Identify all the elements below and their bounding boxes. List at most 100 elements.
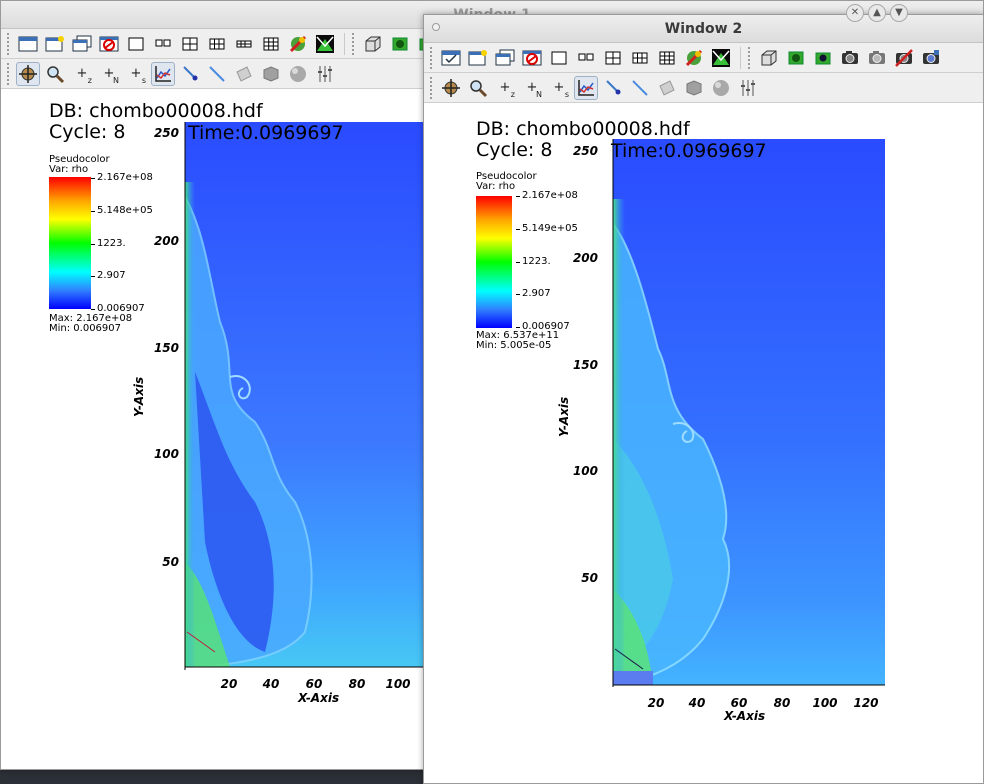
toolbar-grip[interactable] [430,76,434,99]
node-pick-icon[interactable]: + N [97,62,121,86]
layout-1x2-icon[interactable] [151,32,175,56]
layout-3x2-icon[interactable] [232,32,256,56]
zone-pick-icon[interactable]: + z [493,76,517,100]
lineout-icon[interactable] [574,75,598,100]
x-tick-label: 40 [262,677,280,691]
layout-2x3-icon[interactable] [205,32,229,56]
spreadsheet-pick-icon[interactable]: + s [124,62,148,86]
new-window-icon[interactable] [43,32,67,56]
spin-icon[interactable] [388,32,412,56]
y-tick-label: 250 [572,144,598,158]
zoom-icon[interactable] [43,62,67,86]
layout-2x2-icon[interactable] [601,46,625,70]
toolbar-separator [740,46,741,69]
y-tick-label: 200 [153,234,179,248]
maximize-icon[interactable]: ▲ [868,4,886,22]
perspective-icon[interactable] [361,32,385,56]
copy-window-icon[interactable] [493,46,517,70]
colorbar-tick: 2.907 [91,270,126,281]
spreadsheet-pick-icon[interactable]: + s [547,76,571,100]
point-tool-icon[interactable] [601,76,625,100]
colorbar [476,196,512,328]
zoom-icon[interactable] [466,76,490,100]
axis-restriction-icon[interactable] [313,62,337,86]
toolbar-grip[interactable] [352,32,356,55]
db-label: DB: chombo00008.hdf [49,100,263,122]
zone-pick-icon[interactable]: + z [70,62,94,86]
layout-2x3-icon[interactable] [628,46,652,70]
delete-window-icon[interactable] [97,32,121,56]
layout-2x2-icon[interactable] [178,32,202,56]
node-pick-icon[interactable]: + N [520,76,544,100]
x-tick-label: 120 [853,696,879,710]
axis-restriction-icon[interactable] [736,76,760,100]
window-2[interactable]: Window 2 + z + N + s DB: chombo00008.hdf… [423,14,984,784]
x-axis-label: X-Axis [298,691,340,705]
camera-icon[interactable] [811,46,835,70]
legend-min: Min: 0.006907 [49,323,122,334]
y-axis-ticks [184,122,186,670]
copy-window-icon[interactable] [70,32,94,56]
box-tool-icon[interactable] [682,76,706,100]
print-icon[interactable] [892,46,916,70]
x-tick-label: 100 [812,696,838,710]
plane-tool-icon[interactable] [232,62,256,86]
x-tick-label: 60 [730,696,748,710]
x-tick-label: 40 [688,696,706,710]
layout-3x3-icon[interactable] [655,46,679,70]
pseudocolor-field [185,122,425,667]
x-axis-ticks [185,666,425,668]
layout-1x2-icon[interactable] [574,46,598,70]
box-tool-icon[interactable] [259,62,283,86]
camera-gray-icon[interactable] [865,46,889,70]
sphere-tool-icon[interactable] [286,62,310,86]
line-tool-icon[interactable] [628,76,652,100]
navigate-icon[interactable] [439,76,463,100]
y-tick-label: 200 [572,251,598,265]
y-tick-label: 250 [153,126,179,140]
lock-view-icon[interactable] [682,46,706,70]
legend-variable: Var: rho [476,181,516,192]
layout-3x3-icon[interactable] [259,32,283,56]
y-axis-ticks [612,139,614,687]
x-tick-label: 20 [220,677,238,691]
time-label: Time:0.0969697 [611,140,767,162]
close-icon[interactable]: ✕ [846,4,864,22]
new-window-icon[interactable] [466,46,490,70]
minimize-icon[interactable]: ▼ [890,4,908,22]
delete-window-icon[interactable] [520,46,544,70]
spin-icon[interactable] [784,46,808,70]
window-1-controls: ✕ ▲ ▼ [846,4,908,22]
sphere-tool-icon[interactable] [709,76,733,100]
plane-tool-icon[interactable] [655,76,679,100]
toolbar-grip[interactable] [7,32,11,55]
toolbar-grip[interactable] [7,62,11,85]
toolbar-grip[interactable] [430,46,434,69]
y-tick-label: 150 [572,358,598,372]
point-tool-icon[interactable] [178,62,202,86]
navigate-icon[interactable] [16,61,40,86]
db-label: DB: chombo00008.hdf [476,118,690,140]
save-image-icon[interactable] [838,46,862,70]
lock-time-icon[interactable] [313,32,337,56]
layout-1x1-icon[interactable] [124,32,148,56]
clear-window-icon[interactable] [16,32,40,56]
lock-time-icon[interactable] [709,46,733,70]
lineout-icon[interactable] [151,61,175,86]
colorbar-tick: 1223. [91,238,126,249]
window-2-mode-toolbar: + z + N + s [424,73,983,103]
colorbar-tick: 5.149e+05 [516,223,578,234]
y-axis-label: Y-Axis [557,396,571,437]
undo-view-icon[interactable] [919,46,943,70]
window-2-plot-area[interactable]: DB: chombo00008.hdf Cycle: 8 Time:0.0969… [424,103,983,783]
perspective-icon[interactable] [757,46,781,70]
clear-window-icon[interactable] [439,46,463,70]
layout-1x1-icon[interactable] [547,46,571,70]
lock-view-icon[interactable] [286,32,310,56]
line-tool-icon[interactable] [205,62,229,86]
toolbar-grip[interactable] [748,46,752,69]
legend-min: Min: 5.005e-05 [476,340,552,351]
x-tick-label: 80 [348,677,366,691]
y-tick-label: 150 [153,341,179,355]
pseudocolor-field [613,139,885,685]
